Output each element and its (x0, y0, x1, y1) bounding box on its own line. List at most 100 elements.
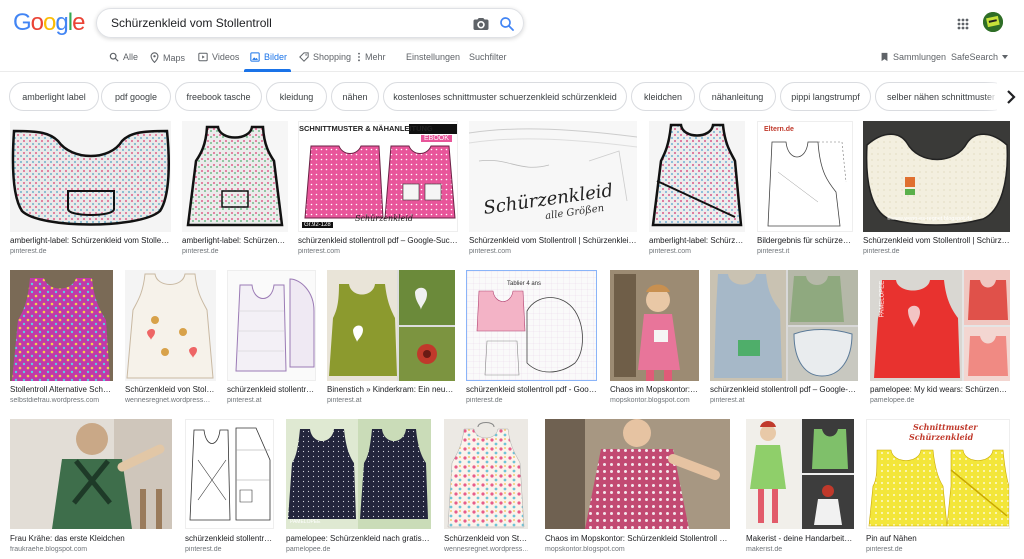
result-source[interactable]: pinterest.at (710, 397, 858, 404)
result-caption[interactable]: schürzenkleid stollentroll pdf – Google-… (298, 236, 458, 245)
chip[interactable]: nähen (331, 82, 379, 111)
chip[interactable]: selber nähen schnittmuster (875, 82, 1007, 111)
result-source[interactable]: pinterest.at (327, 397, 455, 404)
result-thumbnail[interactable]: Schürzenkleid alle Größen (469, 121, 637, 232)
result-caption[interactable]: pamelopee: My kid wears: Schürzenkl… (870, 385, 1010, 394)
tab-videos[interactable]: Videos (198, 52, 239, 62)
result-thumbnail[interactable]: PAMELOPEE (286, 419, 431, 529)
result-source[interactable]: makerist.de (746, 546, 854, 553)
image-result[interactable]: schürzenkleid stollentr… pinterest.de (185, 419, 274, 559)
image-result[interactable]: Frau Krähe: das erste Kleidchen fraukrae… (10, 419, 172, 559)
result-thumbnail[interactable] (610, 270, 699, 381)
tab-all[interactable]: Alle (109, 52, 138, 62)
image-result[interactable]: PAMELOPEE pamelopee: Schürzenkleid nach … (286, 419, 431, 559)
result-source[interactable]: selbstdiefrau.wordpress.com (10, 397, 113, 404)
chip[interactable]: kleidchen (631, 82, 695, 111)
image-result[interactable]: Schürzenkleid von Stoll… wennesregnet.wo… (125, 270, 216, 408)
result-source[interactable]: pinterest.de (866, 546, 1010, 553)
result-caption[interactable]: Stollentroll Alternative Sch… (10, 385, 113, 394)
result-caption[interactable]: Schürzenkleid vom Stollentroll | Schürze… (863, 236, 1010, 245)
result-thumbnail[interactable] (10, 270, 113, 381)
result-source[interactable]: pinterest.com (649, 248, 745, 255)
result-source[interactable]: wennesregnet.wordpress… (125, 397, 216, 404)
result-source[interactable]: pamelopee.de (870, 397, 1010, 404)
result-thumbnail[interactable]: Schnittmuster Schürzenkleid (866, 419, 1010, 529)
image-result[interactable]: Eltern.de Bildergebnis für schürze… pint… (757, 121, 853, 258)
tab-shopping[interactable]: Shopping (299, 52, 351, 62)
result-source[interactable]: pinterest.com (469, 248, 637, 255)
result-thumbnail[interactable]: Eltern.de (757, 121, 853, 232)
result-source[interactable]: pinterest.com (298, 248, 458, 255)
result-caption[interactable]: Frau Krähe: das erste Kleidchen (10, 534, 172, 543)
image-result[interactable]: Binenstich » Kinderkram: Ein neue… pinte… (327, 270, 455, 408)
result-source[interactable]: pamelopee.de (286, 546, 431, 553)
chip[interactable]: pippi langstrumpf (780, 82, 871, 111)
result-thumbnail[interactable]: ©www.wenn-es-regnet.blogspot.de (863, 121, 1010, 232)
result-source[interactable]: pinterest.de (182, 248, 288, 255)
result-source[interactable]: pinterest.it (757, 248, 853, 255)
image-result[interactable]: schürzenkleid stollentroll pdf – Google-… (710, 270, 858, 408)
result-caption[interactable]: schürzenkleid stollentr… (185, 534, 274, 543)
result-caption[interactable]: Binenstich » Kinderkram: Ein neue… (327, 385, 455, 394)
result-thumbnail[interactable] (746, 419, 854, 529)
result-source[interactable]: pinterest.de (466, 397, 597, 404)
result-caption[interactable]: schürzenkleid stollentroll pdf – Google-… (710, 385, 858, 394)
result-source[interactable]: pinterest.de (10, 248, 171, 255)
camera-icon[interactable] (472, 15, 490, 33)
collections-link[interactable]: Sammlungen (880, 52, 946, 62)
chip[interactable]: kleidung (266, 82, 327, 111)
tab-images[interactable]: Bilder (250, 52, 287, 62)
chip[interactable]: amberlight label (9, 82, 99, 111)
chip[interactable]: kostenloses schnittmuster schuerzenkleid… (383, 82, 627, 111)
result-caption[interactable]: pamelopee: Schürzenkleid nach gratis … (286, 534, 431, 543)
result-thumbnail[interactable]: PAMELOPEE (870, 270, 1010, 381)
result-caption[interactable]: amberlight-label: Schürze… (649, 236, 745, 245)
image-result[interactable]: amberlight-label: Schürzen… pinterest.de (182, 121, 288, 258)
settings-link[interactable]: Einstellungen (406, 52, 460, 62)
image-result[interactable]: Schnittmuster Schürzenkleid Pin auf Nähe… (866, 419, 1010, 559)
result-source[interactable]: pinterest.de (863, 248, 1010, 255)
result-thumbnail[interactable] (444, 419, 528, 529)
account-avatar[interactable] (983, 12, 1003, 32)
search-input[interactable]: Schürzenkleid vom Stollentroll (111, 16, 272, 30)
image-result[interactable]: SCHNITTMUSTER & NÄHANLEITUNG EBOOK Schür… (298, 121, 458, 258)
result-caption[interactable]: Chaos im Mopskontor: … (610, 385, 699, 394)
search-icon[interactable] (498, 15, 516, 33)
result-source[interactable]: mopskontor.blogspot.com (610, 397, 699, 404)
result-caption[interactable]: Bildergebnis für schürze… (757, 236, 853, 245)
result-caption[interactable]: Pin auf Nähen (866, 534, 1010, 543)
result-caption[interactable]: Schürzenkleid von Stoll… (125, 385, 216, 394)
image-result[interactable]: Stollentroll Alternative Sch… selbstdief… (10, 270, 113, 408)
search-tools-link[interactable]: Suchfilter (469, 52, 507, 62)
image-result[interactable]: Chaos im Mopskontor: … mopskontor.blogsp… (610, 270, 699, 408)
result-thumbnail[interactable]: Tablier 4 ans (466, 270, 597, 381)
result-thumbnail[interactable] (545, 419, 730, 529)
result-source[interactable]: mopskontor.blogspot.com (545, 546, 730, 553)
result-caption[interactable]: amberlight-label: Schürzen… (182, 236, 288, 245)
result-caption[interactable]: schürzenkleid stollentr… (227, 385, 316, 394)
apps-grid-icon[interactable] (957, 17, 969, 30)
image-result[interactable]: amberlight-label: Schürze… pinterest.com (649, 121, 745, 258)
tab-more[interactable]: Mehr (357, 52, 386, 62)
result-caption[interactable]: schürzenkleid stollentroll pdf - Goo… (466, 385, 597, 394)
image-result[interactable]: ©www.wenn-es-regnet.blogspot.de Schürzen… (863, 121, 1010, 258)
chip[interactable]: pdf google (101, 82, 171, 111)
image-result[interactable]: schürzenkleid stollentr… pinterest.at (227, 270, 316, 408)
tab-maps[interactable]: Maps (150, 52, 185, 63)
result-source[interactable]: pinterest.at (227, 397, 316, 404)
result-thumbnail[interactable] (185, 419, 274, 529)
result-caption[interactable]: Schürzenkleid von Stoll… (444, 534, 528, 543)
result-caption[interactable]: Schürzenkleid vom Stollentroll | Schürze… (469, 236, 637, 245)
result-thumbnail[interactable] (710, 270, 858, 381)
result-thumbnail[interactable] (227, 270, 316, 381)
image-result[interactable]: PAMELOPEE pamelopee: My kid wears: Schür… (870, 270, 1010, 408)
result-caption[interactable]: Makerist - deine Handarbeitss… (746, 534, 854, 543)
result-thumbnail[interactable] (182, 121, 288, 232)
image-result[interactable]: amberlight-label: Schürzenkleid vom Stol… (10, 121, 171, 258)
result-source[interactable]: fraukraehe.blogspot.com (10, 546, 172, 553)
safesearch-menu[interactable]: SafeSearch (951, 52, 1009, 62)
result-caption[interactable]: amberlight-label: Schürzenkleid vom Stol… (10, 236, 171, 245)
image-result[interactable]: Makerist - deine Handarbeitss… makerist.… (746, 419, 854, 559)
search-box[interactable]: Schürzenkleid vom Stollentroll (96, 8, 524, 38)
result-thumbnail[interactable] (10, 121, 171, 232)
